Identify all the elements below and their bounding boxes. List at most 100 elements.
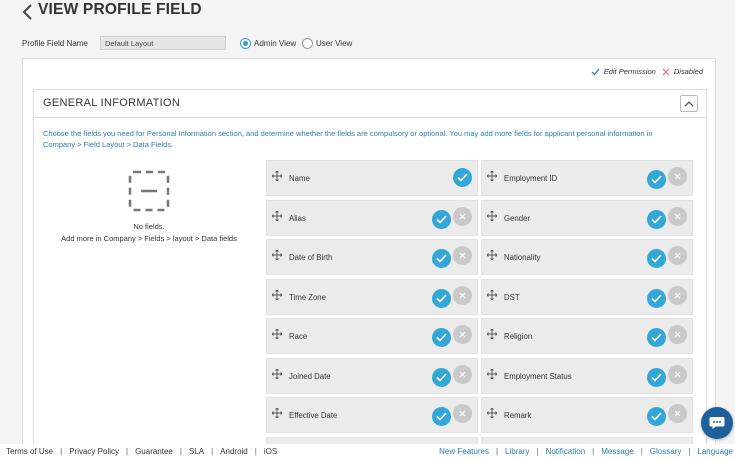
disable-toggle[interactable] [668,246,687,265]
move-icon[interactable] [486,168,498,182]
footer-separator: | [592,447,595,456]
move-icon[interactable] [271,168,283,182]
edit-permission-toggle[interactable] [647,328,666,347]
edit-permission-toggle[interactable] [432,328,451,347]
field-item[interactable]: Religion [481,318,693,354]
general-information-section: GENERAL INFORMATION Choose the fields yo… [33,89,707,460]
edit-permission-toggle[interactable] [647,407,666,426]
check-icon [436,412,447,421]
move-icon[interactable] [486,366,498,379]
field-item[interactable]: Race [266,318,478,354]
check-icon [651,214,662,224]
field-item[interactable]: Gender [481,199,693,236]
field-item[interactable]: Date of Birth [266,239,478,275]
disable-toggle[interactable] [668,206,687,226]
check-icon [591,68,600,75]
disable-toggle[interactable] [453,364,472,384]
header: VIEW PROFILE FIELD [0,0,735,28]
field-name: Gender [504,213,531,223]
field-item[interactable]: Nationality [481,239,693,275]
disable-toggle[interactable] [453,246,472,265]
field-name: Remark [504,411,532,420]
disable-toggle[interactable] [668,325,687,344]
move-icon[interactable] [486,208,498,221]
move-icon[interactable] [486,326,498,340]
move-icon[interactable] [271,208,283,221]
disable-toggle[interactable] [668,404,687,423]
section-header: GENERAL INFORMATION [34,90,706,118]
footer-link[interactable]: Notification [546,447,586,456]
edit-permission-toggle[interactable] [647,288,666,308]
check-icon [651,175,662,184]
admin-view-label: Admin View [254,38,297,48]
disable-toggle[interactable] [453,285,472,305]
chat-button[interactable] [701,407,733,439]
close-icon [674,292,681,298]
footer-link[interactable]: SLA [189,447,204,456]
profile-field-label: Profile Field Name [22,39,88,48]
field-name: Nationality [504,253,541,262]
field-item[interactable]: Employment ID [481,160,693,196]
footer-link[interactable]: Glossary [650,447,682,456]
legend: Edit Permission Disabled [591,67,703,76]
edit-permission-toggle[interactable] [432,249,451,268]
empty-fields-panel: No fields. Add more in Company > Fields … [34,170,264,243]
field-item[interactable]: Time Zone [266,278,478,315]
move-icon[interactable] [486,287,498,300]
footer-link[interactable]: Privacy Policy [69,447,119,456]
legend-disabled: Disabled [662,67,703,76]
footer-link[interactable]: Terms of Use [6,447,53,456]
check-icon [651,333,662,342]
check-icon [651,412,662,421]
edit-permission-toggle[interactable] [453,168,472,187]
move-icon[interactable] [271,247,283,261]
close-icon [674,252,681,259]
footer-separator: | [60,447,63,456]
footer-link[interactable]: iOS [264,447,277,456]
field-name: Religion [504,332,533,341]
edit-permission-toggle[interactable] [432,288,451,308]
footer-link[interactable]: New Features [439,447,489,456]
move-icon[interactable] [271,405,283,419]
disable-toggle[interactable] [668,285,687,305]
edit-permission-toggle[interactable] [647,209,666,229]
close-icon [674,331,681,338]
back-button[interactable] [20,2,36,22]
collapse-button[interactable] [680,95,698,112]
footer-link[interactable]: Language [697,447,733,456]
move-icon[interactable] [486,405,498,419]
admin-view-radio[interactable]: Admin View [240,37,296,49]
field-item[interactable]: Alias [266,199,478,236]
disable-toggle[interactable] [668,364,687,384]
edit-permission-toggle[interactable] [647,170,666,189]
move-icon[interactable] [271,287,283,300]
legend-edit-permission-label: Edit Permission [603,67,656,76]
move-icon[interactable] [486,247,498,261]
edit-permission-toggle[interactable] [432,407,451,426]
footer-link[interactable]: Android [220,447,248,456]
close-icon [674,410,681,417]
disable-toggle[interactable] [453,206,472,226]
field-item[interactable]: Joined Date [266,357,478,394]
profile-field-input[interactable]: Default Layout [100,36,226,50]
field-item[interactable]: Effective Date [266,397,478,433]
edit-permission-toggle[interactable] [432,367,451,387]
move-icon[interactable] [271,366,283,379]
section-description: Choose the fields you need for Personal … [43,129,653,149]
footer-link[interactable]: Library [505,447,529,456]
move-icon[interactable] [271,326,283,340]
footer-link[interactable]: Guarantee [135,447,173,456]
field-item[interactable]: Remark [481,397,693,433]
disable-toggle[interactable] [453,404,472,423]
footer-link[interactable]: Message [601,447,633,456]
user-view-radio[interactable]: User View [302,37,352,49]
edit-permission-toggle[interactable] [432,209,451,229]
chevron-left-icon [22,4,32,20]
field-item[interactable]: DST [481,278,693,315]
field-item[interactable]: Name [266,160,478,196]
disable-toggle[interactable] [453,325,472,344]
edit-permission-toggle[interactable] [647,249,666,268]
field-item[interactable]: Employment Status [481,357,693,394]
edit-permission-toggle[interactable] [647,367,666,387]
disable-toggle[interactable] [668,167,687,186]
